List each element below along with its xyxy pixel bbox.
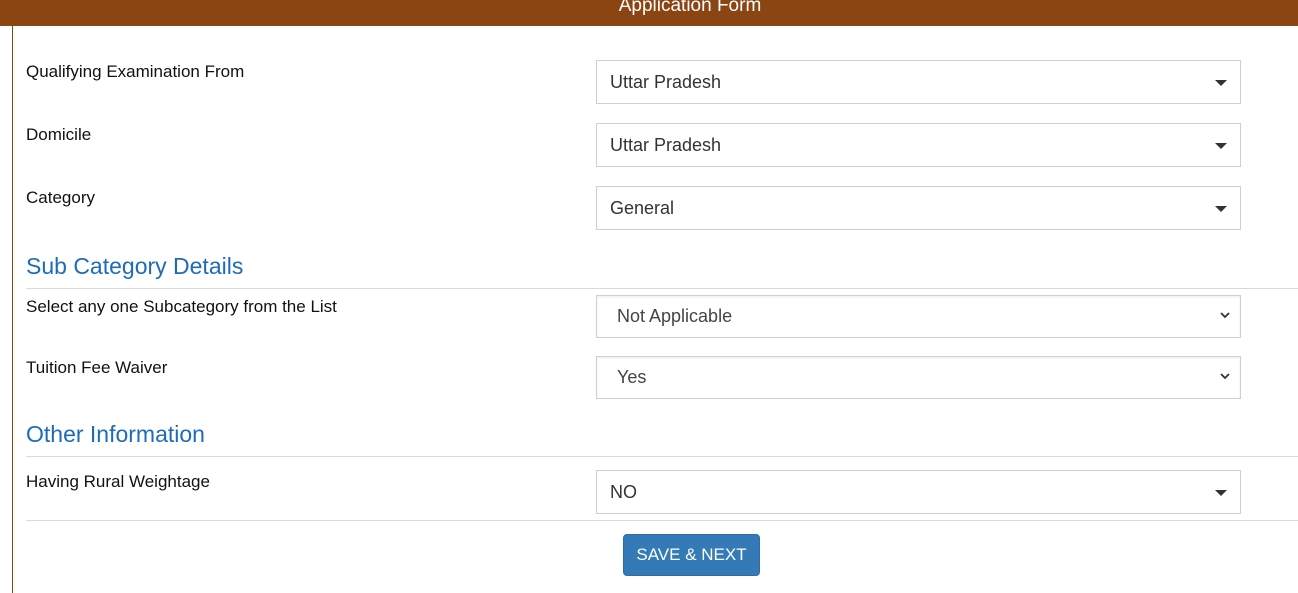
subcategory-label: Select any one Subcategory from the List (26, 297, 337, 316)
rural-weightage-label: Having Rural Weightage (26, 472, 210, 491)
section-divider (26, 288, 1298, 289)
form-footer-divider (26, 520, 1298, 521)
section-divider (26, 456, 1298, 457)
rural-weightage-select[interactable]: NO (596, 470, 1241, 514)
tuition-fee-waiver-select[interactable]: Yes (596, 356, 1241, 399)
form-title: Application Form (618, 0, 762, 16)
domicile-label: Domicile (26, 125, 92, 144)
category-label: Category (26, 188, 95, 207)
domicile-select[interactable]: Uttar Pradesh (596, 123, 1241, 167)
category-select[interactable]: General (596, 186, 1241, 230)
sub-category-section-title: Sub Category Details (26, 253, 244, 279)
other-info-section-title: Other Information (26, 421, 205, 447)
save-next-button[interactable]: SAVE & NEXT (623, 534, 760, 576)
qualifying-exam-value: Uttar Pradesh (610, 71, 722, 92)
subcategory-value: Not Applicable (617, 306, 733, 326)
subcategory-select[interactable]: Not Applicable (596, 295, 1241, 338)
caret-down-icon (1215, 80, 1227, 86)
form-header: Application Form (0, 0, 1298, 26)
chevron-down-icon (1220, 373, 1230, 380)
category-value: General (610, 197, 675, 218)
caret-down-icon (1215, 206, 1227, 212)
caret-down-icon (1215, 490, 1227, 496)
page-left-border (12, 0, 13, 593)
application-form-page: Application Form Qualifying Examination … (0, 0, 1298, 593)
domicile-value: Uttar Pradesh (610, 134, 722, 155)
caret-down-icon (1215, 143, 1227, 149)
qualifying-exam-label: Qualifying Examination From (26, 62, 245, 81)
chevron-down-icon (1220, 312, 1230, 319)
tuition-fee-waiver-label: Tuition Fee Waiver (26, 358, 168, 377)
rural-weightage-value: NO (610, 481, 637, 502)
tuition-fee-waiver-value: Yes (617, 367, 647, 387)
qualifying-exam-select[interactable]: Uttar Pradesh (596, 60, 1241, 104)
